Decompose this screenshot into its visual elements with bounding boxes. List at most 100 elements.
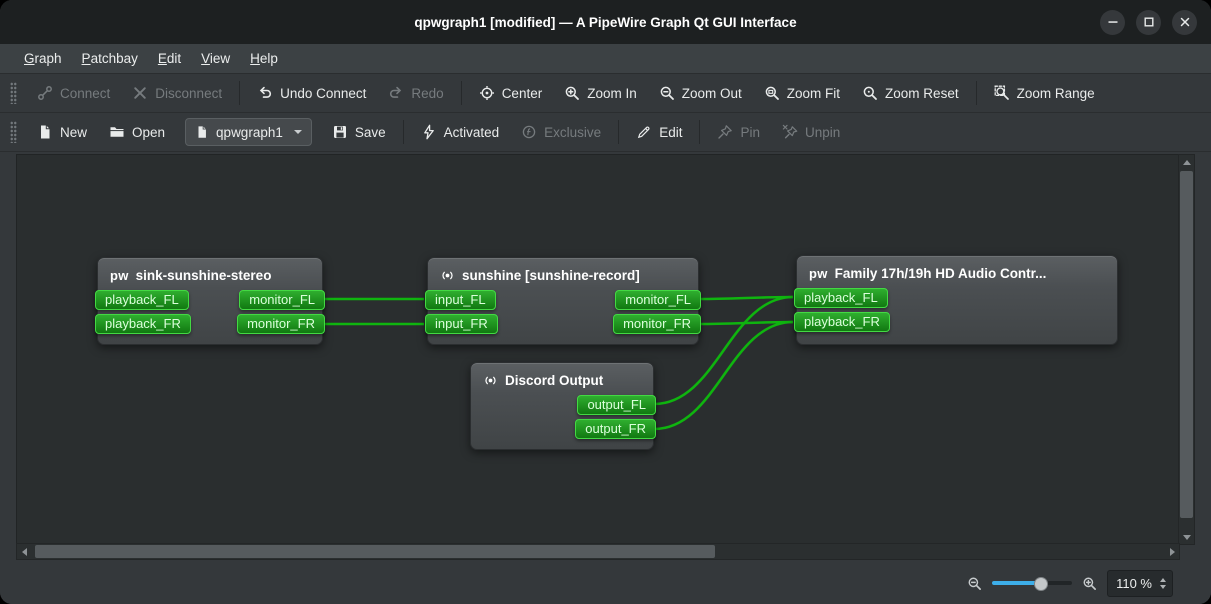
zoom-out-icon[interactable] (967, 576, 982, 591)
port-output-fr[interactable]: output_FR (575, 419, 656, 439)
zoom-reset-button[interactable]: Zoom Reset (852, 78, 969, 108)
new-label: New (60, 125, 87, 140)
redo-button[interactable]: Redo (378, 78, 453, 108)
zoom-range-icon (994, 85, 1010, 101)
undo-connect-button[interactable]: Undo Connect (247, 78, 376, 108)
toolbar-drag-handle[interactable] (10, 121, 17, 143)
zoom-in-icon (564, 85, 580, 101)
connection-sunshine-monitor-fr-to-family-playback-fr[interactable] (699, 322, 793, 324)
zoom-range-label: Zoom Range (1017, 86, 1095, 101)
menu-graph[interactable]: Graph (14, 47, 72, 70)
minimize-button[interactable] (1100, 10, 1125, 35)
disconnect-button[interactable]: Disconnect (122, 78, 232, 108)
menu-help[interactable]: Help (240, 47, 288, 70)
disconnect-label: Disconnect (155, 86, 222, 101)
port-playback-fr[interactable]: playback_FR (794, 312, 890, 332)
zoom-reset-icon (862, 85, 878, 101)
new-button[interactable]: New (27, 117, 97, 147)
zoom-slider[interactable] (992, 575, 1072, 591)
node-header: pw sink-sunshine-stereo (98, 258, 322, 288)
horizontal-scroll-handle[interactable] (35, 545, 715, 558)
menubar: Graph Patchbay Edit View Help (0, 44, 1211, 74)
pipewire-icon: pw (809, 265, 828, 282)
vertical-scroll-handle[interactable] (1180, 171, 1193, 518)
exclusive-button[interactable]: Exclusive (511, 117, 611, 147)
toolbar-separator (976, 81, 977, 105)
vertical-scroll-track[interactable] (1179, 169, 1194, 530)
node-discord-output[interactable]: Discord Output output_FL output_FR (470, 362, 654, 450)
pipewire-icon: pw (110, 267, 129, 284)
audio-app-icon (440, 268, 455, 283)
menu-edit[interactable]: Edit (148, 47, 191, 70)
zoom-value[interactable]: 110 % (1108, 576, 1156, 591)
scroll-up-button[interactable] (1179, 155, 1194, 169)
save-button[interactable]: Save (322, 117, 396, 147)
port-input-fl[interactable]: input_FL (425, 290, 496, 310)
zoom-in-icon[interactable] (1082, 576, 1097, 591)
port-input-fr[interactable]: input_FR (425, 314, 498, 334)
center-label: Center (502, 86, 543, 101)
open-label: Open (132, 125, 165, 140)
node-sink-sunshine-stereo[interactable]: pw sink-sunshine-stereo playback_FL play… (97, 257, 323, 345)
activated-button[interactable]: Activated (411, 117, 510, 147)
disconnect-icon (132, 85, 148, 101)
menu-patchbay[interactable]: Patchbay (72, 47, 148, 70)
menu-view[interactable]: View (191, 47, 240, 70)
spin-up-button[interactable] (1160, 578, 1166, 582)
pin-label: Pin (740, 125, 760, 140)
connections-layer (17, 155, 1180, 545)
connection-sunshine-monitor-fl-to-family-playback-fl[interactable] (699, 297, 793, 299)
zoom-slider-handle[interactable] (1034, 577, 1048, 591)
node-sunshine[interactable]: sunshine [sunshine-record] input_FL inpu… (427, 257, 699, 345)
open-folder-icon (109, 124, 125, 140)
graph-canvas[interactable]: pw sink-sunshine-stereo playback_FL play… (16, 154, 1180, 545)
node-family-hd-audio[interactable]: pw Family 17h/19h HD Audio Contr... play… (796, 255, 1118, 345)
patchbay-selector-value: qpwgraph1 (216, 125, 283, 140)
port-output-fl[interactable]: output_FL (577, 395, 656, 415)
window-title: qpwgraph1 [modified] — A PipeWire Graph … (414, 15, 796, 30)
pin-button[interactable]: Pin (707, 117, 770, 147)
zoom-out-label: Zoom Out (682, 86, 742, 101)
unpin-button[interactable]: Unpin (772, 117, 850, 147)
zoom-out-button[interactable]: Zoom Out (649, 78, 752, 108)
close-button[interactable] (1172, 10, 1197, 35)
zoom-range-button[interactable]: Zoom Range (984, 78, 1105, 108)
port-playback-fl[interactable]: playback_FL (794, 288, 888, 308)
port-playback-fl[interactable]: playback_FL (95, 290, 189, 310)
toolbar-separator (403, 120, 404, 144)
node-title: Family 17h/19h HD Audio Contr... (835, 265, 1047, 282)
zoom-fit-button[interactable]: Zoom Fit (754, 78, 850, 108)
vertical-scrollbar[interactable] (1178, 154, 1195, 545)
connect-button[interactable]: Connect (27, 78, 120, 108)
port-monitor-fr[interactable]: monitor_FR (613, 314, 701, 334)
horizontal-scrollbar[interactable] (16, 543, 1180, 560)
port-playback-fr[interactable]: playback_FR (95, 314, 191, 334)
maximize-button[interactable] (1136, 10, 1161, 35)
canvas-region: pw sink-sunshine-stereo playback_FL play… (0, 152, 1211, 562)
new-document-icon (37, 124, 53, 140)
port-monitor-fr[interactable]: monitor_FR (237, 314, 325, 334)
zoom-spinbox[interactable]: 110 % (1107, 570, 1173, 597)
spin-arrows (1156, 578, 1172, 589)
zoom-in-button[interactable]: Zoom In (554, 78, 647, 108)
edit-button[interactable]: Edit (626, 117, 692, 147)
scroll-right-button[interactable] (1165, 544, 1179, 559)
port-monitor-fl[interactable]: monitor_FL (239, 290, 325, 310)
horizontal-scroll-track[interactable] (31, 544, 1165, 559)
scroll-left-button[interactable] (17, 544, 31, 559)
toolbar-drag-handle[interactable] (10, 82, 17, 104)
port-monitor-fl[interactable]: monitor_FL (615, 290, 701, 310)
zoom-slider-track[interactable] (992, 581, 1072, 585)
node-header: Discord Output (471, 363, 653, 393)
minimize-icon (1105, 14, 1121, 30)
connect-label: Connect (60, 86, 110, 101)
patchbay-file-icon (195, 125, 209, 139)
toolbar-separator (618, 120, 619, 144)
scroll-down-button[interactable] (1179, 530, 1194, 544)
center-button[interactable]: Center (469, 78, 553, 108)
spin-down-button[interactable] (1160, 585, 1166, 589)
ports-row: output_FL output_FR (471, 393, 653, 439)
open-button[interactable]: Open (99, 117, 175, 147)
patchbay-selector[interactable]: qpwgraph1 (185, 118, 312, 146)
maximize-icon (1141, 14, 1157, 30)
